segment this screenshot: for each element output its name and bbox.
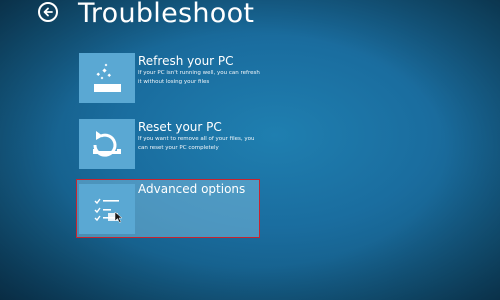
refresh-pc-description: If your PC isn't running well, you can r… (138, 70, 260, 85)
back-arrow-icon (43, 7, 53, 17)
advanced-options-title: Advanced options (138, 182, 246, 196)
reset-pc-description: If you want to remove all of your files,… (138, 136, 255, 151)
advanced-options-tile (79, 184, 135, 234)
back-button[interactable] (38, 2, 58, 22)
advanced-options-text: Advanced options (138, 182, 268, 196)
page-title: Troubleshoot (78, 0, 255, 29)
reset-pc-text: Reset your PC If you want to remove all … (138, 120, 268, 153)
refresh-pc-text: Refresh your PC If your PC isn't running… (138, 54, 268, 87)
advanced-options-option[interactable]: Advanced options (76, 179, 260, 238)
refresh-pc-tile (79, 53, 135, 103)
refresh-pc-icon (94, 63, 121, 92)
reset-pc-title: Reset your PC (138, 120, 222, 134)
advanced-options-icon (94, 198, 123, 223)
reset-pc-tile (79, 119, 135, 169)
reset-pc-icon (93, 131, 121, 157)
refresh-pc-title: Refresh your PC (138, 54, 234, 68)
